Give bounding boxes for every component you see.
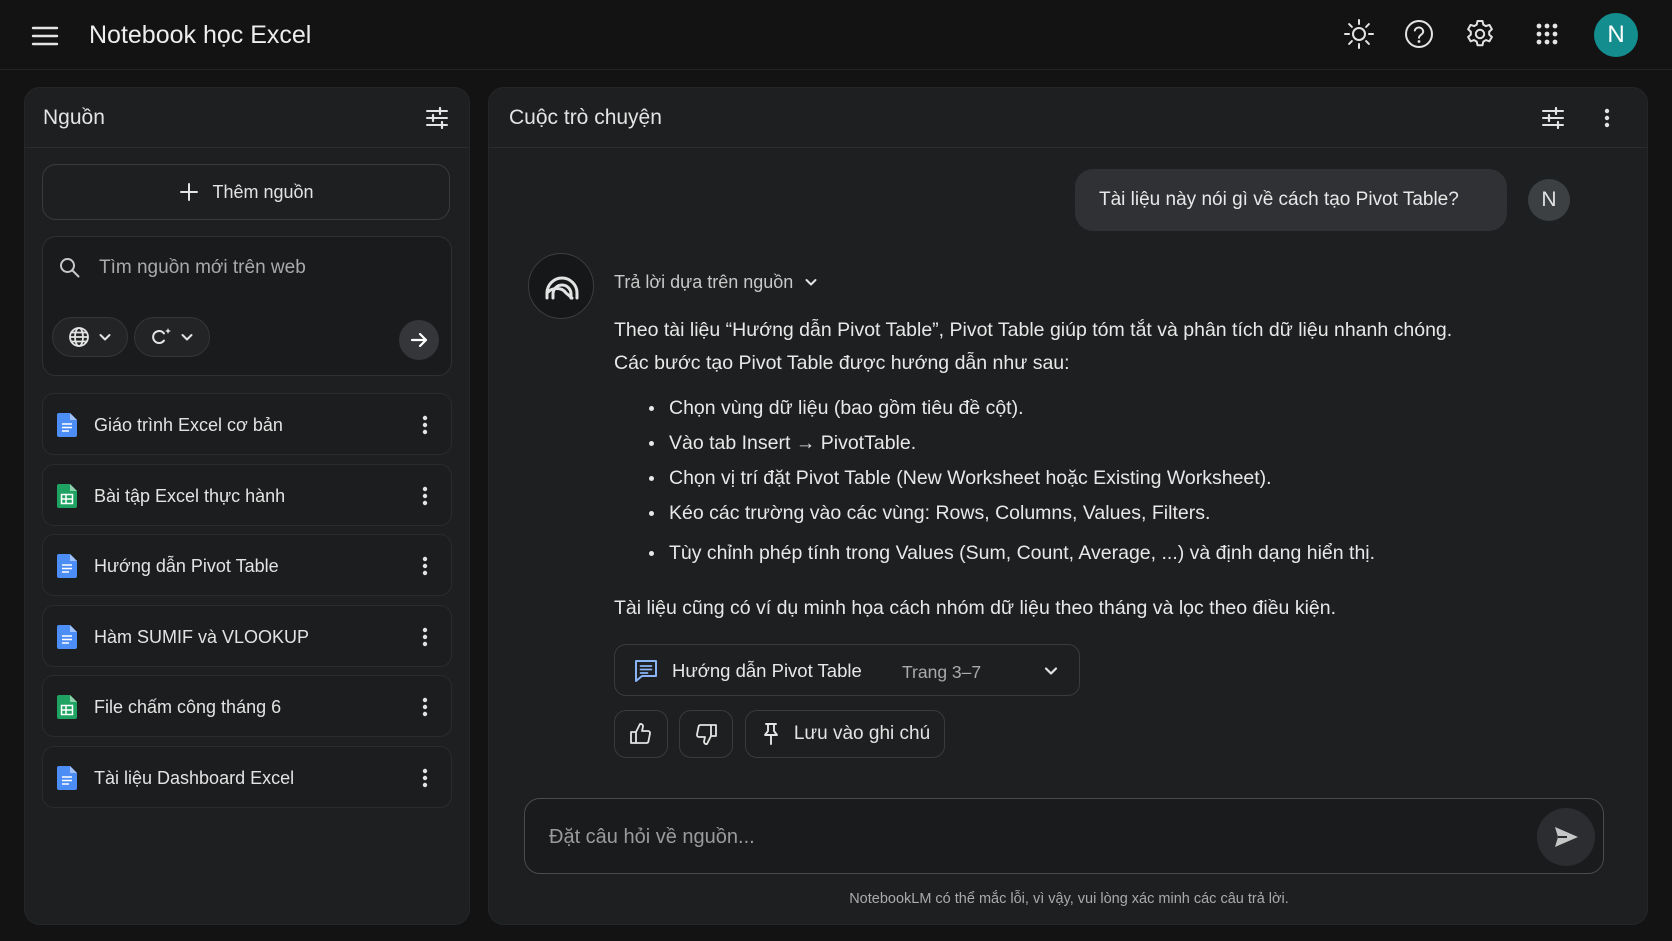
fast-research-sparkle-icon bbox=[152, 328, 171, 344]
question-input[interactable] bbox=[549, 817, 1499, 857]
google-sheet-icon bbox=[57, 483, 77, 508]
chat-header: Cuộc trò chuyện bbox=[489, 88, 1647, 148]
answer-intro-line-2: Các bước tạo Pivot Table được hướng dẫn … bbox=[614, 352, 1070, 374]
sources-header: Nguồn bbox=[25, 88, 469, 148]
citation-pages: Trang 3–7 bbox=[902, 662, 982, 682]
help-icon[interactable] bbox=[1402, 17, 1436, 51]
chevron-down-icon bbox=[99, 334, 111, 341]
globe-icon bbox=[69, 327, 89, 347]
google-doc-icon bbox=[57, 413, 77, 437]
add-source-button[interactable]: Thêm nguồn bbox=[42, 164, 450, 220]
search-submit-button[interactable] bbox=[399, 320, 439, 360]
step-item: Tùy chỉnh phép tính trong Values (Sum, C… bbox=[647, 540, 1547, 566]
more-vert-icon[interactable] bbox=[411, 482, 439, 510]
send-icon bbox=[1555, 827, 1578, 847]
save-to-note-label: Lưu vào ghi chú bbox=[793, 723, 931, 744]
send-button[interactable] bbox=[1537, 808, 1595, 866]
more-vert-icon[interactable] bbox=[411, 623, 439, 651]
step-item: Chọn vùng dữ liệu (bao gồm tiêu đề cột). bbox=[647, 395, 1547, 421]
source-label: Giáo trình Excel cơ bản bbox=[94, 415, 283, 435]
google-sheet-icon bbox=[57, 695, 77, 720]
article-icon bbox=[633, 658, 659, 684]
source-label: File chấm công tháng 6 bbox=[94, 697, 282, 718]
citation-title: Hướng dẫn Pivot Table bbox=[672, 660, 862, 681]
source-list: Giáo trình Excel cơ bản Bài tập Excel th… bbox=[42, 393, 452, 817]
chevron-down-icon bbox=[181, 334, 193, 341]
web-source-search bbox=[42, 236, 452, 376]
answer-intro-line-1: Theo tài liệu “Hướng dẫn Pivot Table”, P… bbox=[614, 319, 1453, 341]
pin-icon bbox=[763, 723, 778, 745]
save-to-note-button[interactable]: Lưu vào ghi chú bbox=[745, 710, 945, 758]
more-vert-icon[interactable] bbox=[411, 411, 439, 439]
source-item[interactable]: Hướng dẫn Pivot Table bbox=[42, 534, 452, 597]
thumbs-down-button[interactable] bbox=[679, 710, 733, 758]
google-doc-icon bbox=[57, 554, 77, 579]
step-item: Vào tab Insert → PivotTable. bbox=[647, 430, 1547, 456]
apps-grid-icon[interactable] bbox=[1530, 17, 1564, 51]
more-vert-icon[interactable] bbox=[1593, 104, 1621, 132]
answer-label: Trả lời dựa trên nguồn bbox=[614, 272, 794, 292]
google-doc-icon bbox=[57, 765, 77, 790]
account-avatar[interactable]: N bbox=[1594, 13, 1638, 57]
sources-filter-tune-icon[interactable] bbox=[423, 104, 451, 132]
research-mode-dropdown[interactable] bbox=[134, 317, 210, 357]
chevron-down-icon bbox=[805, 279, 817, 286]
plus-icon bbox=[180, 183, 199, 201]
add-source-label: Thêm nguồn bbox=[212, 181, 314, 202]
sources-panel: Nguồn Thêm nguồn Tìm nguồn mới trên web … bbox=[24, 87, 470, 925]
answer-closing: Tài liệu cũng có ví dụ minh họa cách nhó… bbox=[614, 597, 1337, 619]
thumbs-up-button[interactable] bbox=[614, 710, 668, 758]
notebooklm-logo-icon bbox=[528, 253, 594, 319]
more-vert-icon[interactable] bbox=[411, 764, 439, 792]
chat-settings-tune-icon[interactable] bbox=[1539, 104, 1567, 132]
answer-intro: Theo tài liệu “Hướng dẫn Pivot Table”, P… bbox=[614, 314, 1574, 380]
sources-title: Nguồn bbox=[43, 106, 105, 129]
source-item[interactable]: Tài liệu Dashboard Excel bbox=[42, 745, 452, 808]
source-item[interactable]: Hàm SUMIF và VLOOKUP bbox=[42, 604, 452, 667]
source-label: Bài tập Excel thực hành bbox=[94, 485, 286, 506]
chevron-down-icon bbox=[1040, 660, 1062, 682]
answer-source-toggle[interactable]: Trả lời dựa trên nguồn bbox=[614, 270, 819, 294]
chat-input-box bbox=[524, 798, 1604, 874]
step-item: Chọn vị trí đặt Pivot Table (New Workshe… bbox=[647, 465, 1547, 491]
settings-gear-icon[interactable] bbox=[1463, 17, 1497, 51]
arrow-right-icon bbox=[410, 332, 428, 348]
thumbs-down-icon bbox=[696, 724, 717, 745]
google-doc-icon bbox=[57, 624, 77, 649]
web-source-type-dropdown[interactable] bbox=[52, 317, 128, 357]
top-bar: Notebook học Excel N bbox=[0, 0, 1672, 70]
chat-title: Cuộc trò chuyện bbox=[509, 106, 662, 129]
theme-toggle-sun-icon[interactable] bbox=[1342, 17, 1376, 51]
more-vert-icon[interactable] bbox=[411, 552, 439, 580]
disclaimer-text: NotebookLM có thể mắc lỗi, vì vậy, vui l… bbox=[849, 891, 1289, 907]
search-icon bbox=[57, 255, 83, 281]
step-item: Kéo các trường vào các vùng: Rows, Colum… bbox=[647, 500, 1547, 526]
source-label: Tài liệu Dashboard Excel bbox=[94, 767, 295, 788]
user-message-bubble: Tài liệu này nói gì về cách tạo Pivot Ta… bbox=[1075, 169, 1507, 231]
user-avatar: N bbox=[1528, 179, 1570, 221]
thumbs-up-icon bbox=[630, 723, 651, 744]
source-item[interactable]: Bài tập Excel thực hành bbox=[42, 463, 452, 526]
source-item[interactable]: Giáo trình Excel cơ bản bbox=[42, 393, 452, 455]
notebook-title[interactable]: Notebook học Excel bbox=[89, 18, 311, 52]
more-vert-icon[interactable] bbox=[411, 693, 439, 721]
web-search-input[interactable] bbox=[99, 249, 429, 287]
source-item[interactable]: File chấm công tháng 6 bbox=[42, 675, 452, 738]
source-label: Hàm SUMIF và VLOOKUP bbox=[94, 626, 310, 647]
chat-panel: Cuộc trò chuyện Tài liệu này nói gì về c… bbox=[488, 87, 1648, 925]
steps-list: Chọn vùng dữ liệu (bao gồm tiêu đề cột).… bbox=[647, 395, 1547, 566]
citation-card[interactable]: Hướng dẫn Pivot Table Trang 3–7 bbox=[614, 644, 1080, 696]
menu-icon[interactable] bbox=[30, 21, 60, 51]
source-label: Hướng dẫn Pivot Table bbox=[94, 556, 279, 577]
